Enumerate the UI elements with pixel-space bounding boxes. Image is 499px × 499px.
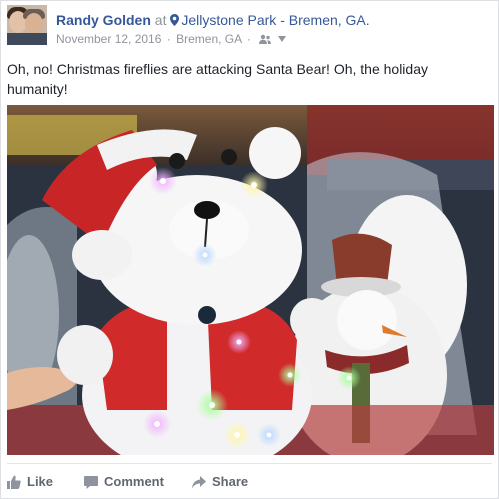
thumbs-up-icon (7, 475, 21, 489)
post-header: Randy Golden at Jellystone Park - Bremen… (7, 5, 492, 49)
like-label: Like (27, 474, 54, 489)
chevron-down-icon[interactable] (277, 36, 286, 42)
location-link[interactable]: Jellystone Park - Bremen, GA. (181, 12, 369, 28)
author-name-link[interactable]: Randy Golden (56, 12, 151, 28)
santa-bear-photo (7, 105, 494, 455)
like-button[interactable]: Like (7, 469, 53, 495)
comment-button[interactable]: Comment (84, 469, 164, 495)
meta-separator: · (166, 32, 171, 46)
share-label: Share (212, 474, 249, 489)
post-actions: Like Comment Share (7, 469, 492, 495)
post-photo[interactable] (7, 105, 494, 455)
post-text: Oh, no! Christmas fireflies are attackin… (7, 61, 428, 97)
location-pin-icon (170, 14, 180, 26)
post-date-link[interactable]: November 12, 2016 (56, 32, 161, 46)
facebook-post: Randy Golden at Jellystone Park - Bremen… (0, 0, 499, 499)
meta-separator-2: · (246, 32, 251, 46)
share-arrow-icon (192, 476, 206, 489)
author-avatar[interactable] (7, 5, 47, 45)
actions-divider (7, 463, 492, 464)
author-line: Randy Golden at Jellystone Park - Bremen… (56, 11, 370, 29)
share-button[interactable]: Share (192, 469, 248, 495)
at-text: at (154, 12, 167, 28)
friends-icon[interactable] (259, 34, 272, 44)
place-link[interactable]: Bremen, GA (176, 32, 241, 46)
post-meta: November 12, 2016 · Bremen, GA · (56, 32, 286, 47)
comment-label: Comment (104, 474, 164, 489)
comment-bubble-icon (84, 476, 98, 489)
